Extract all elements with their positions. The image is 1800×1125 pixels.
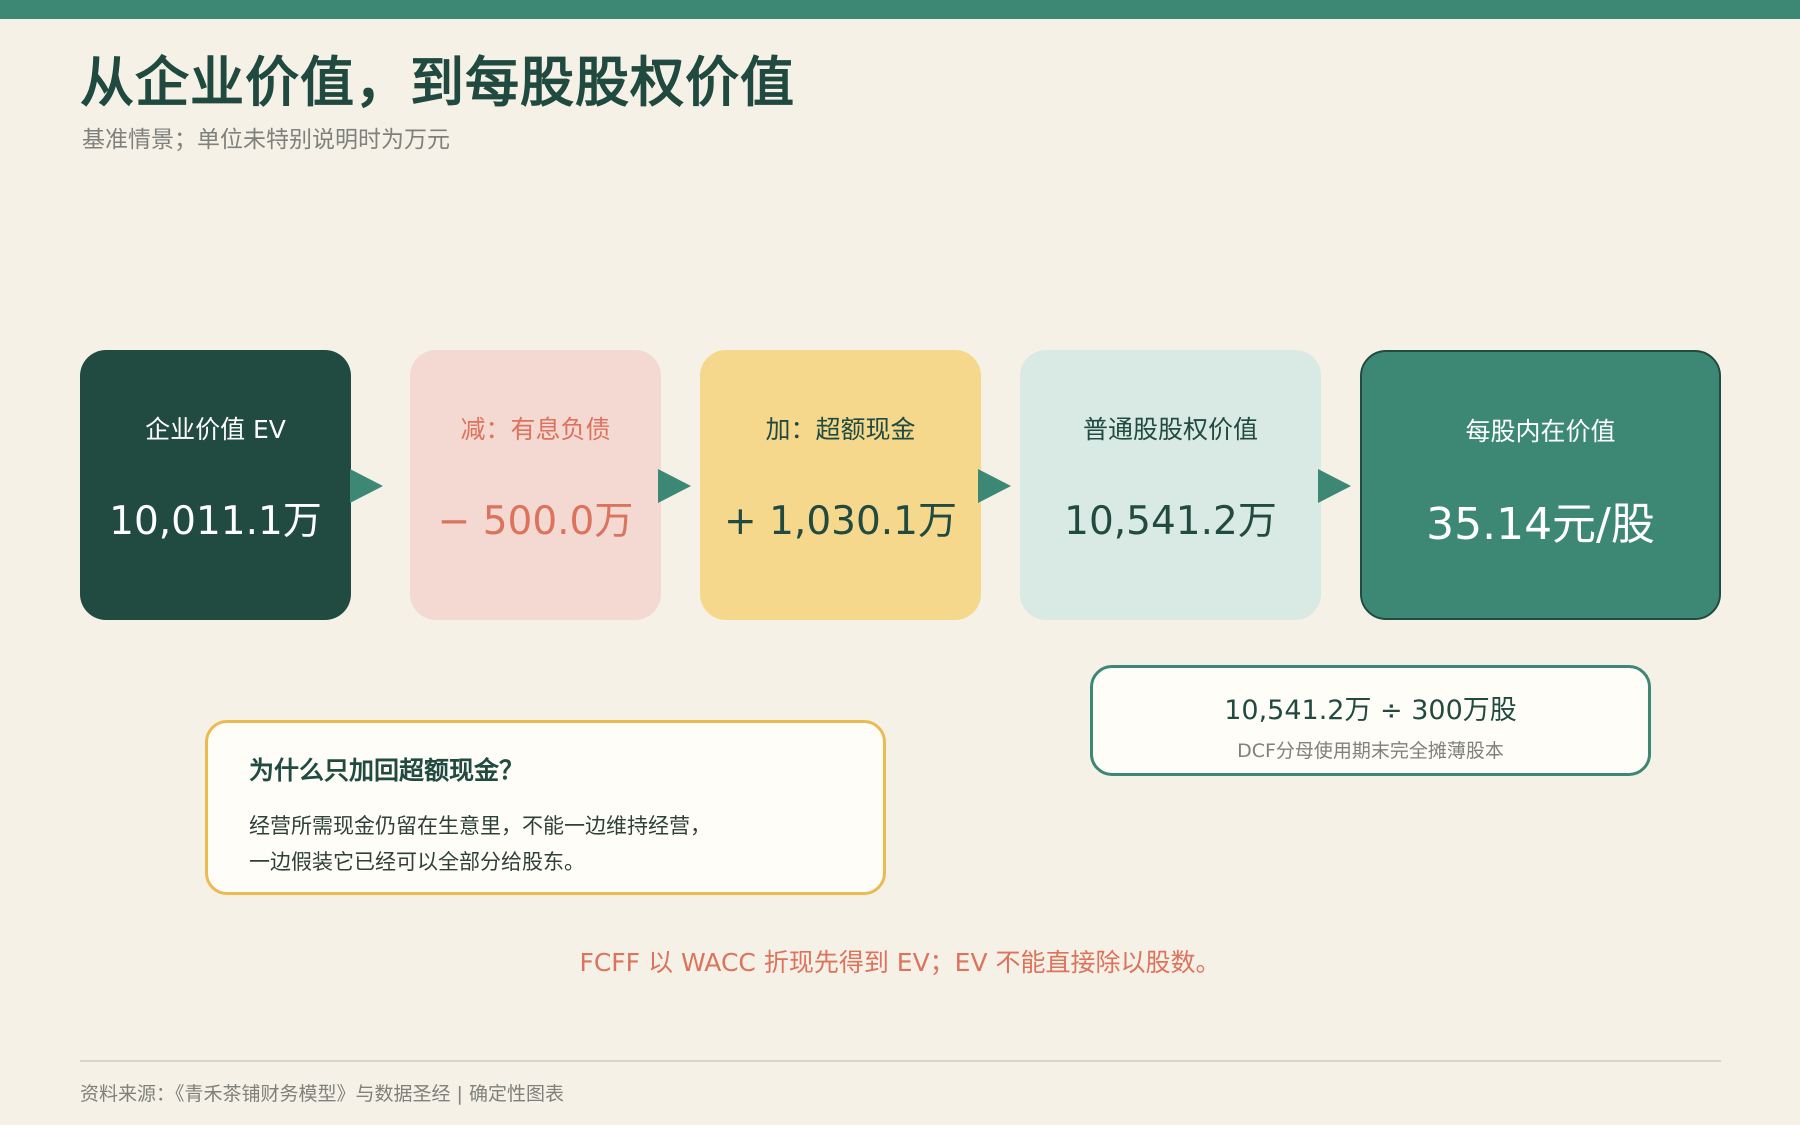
page-title: 从企业价值，到每股股权价值: [80, 51, 795, 114]
per-share-formula-box: 10,541.2万 ÷ 300万股 DCF分母使用期末完全摊薄股本: [1090, 665, 1651, 776]
flow-arrow-icon: [350, 469, 383, 503]
conclusion-text: FCFF 以 WACC 折现先得到 EV；EV 不能直接除以股数。: [579, 948, 1221, 977]
flow-box-excess-cash: 加：超额现金 + 1,030.1万: [700, 350, 981, 620]
flow-box-common-equity-value: 普通股股权价值 10,541.2万: [1020, 350, 1321, 620]
flow-box-label: 普通股股权价值: [1082, 415, 1258, 444]
flow-box-value: 10,011.1万: [109, 499, 322, 544]
flow-box-value: 35.14元/股: [1426, 499, 1655, 550]
flow-arrow-icon: [1318, 469, 1351, 503]
flow-box-label: 加：超额现金: [765, 415, 916, 444]
flow-box-enterprise-value: 企业价值 EV 10,011.1万: [80, 350, 351, 620]
flow-box-label: 每股内在价值: [1465, 417, 1616, 446]
flow-box-label: 企业价值 EV: [145, 415, 286, 444]
flow-arrow-icon: [978, 469, 1011, 503]
callout-text-line: 一边假装它已经可以全部分给股东。: [249, 850, 585, 874]
source-note: 资料来源：《青禾茶铺财务模型》与数据圣经 | 确定性图表: [80, 1083, 564, 1105]
flow-box-per-share-value: 每股内在价值 35.14元/股: [1360, 350, 1721, 620]
flow-box-value: 10,541.2万: [1064, 499, 1277, 544]
flow-box-interest-bearing-debt: 减：有息负债 − 500.0万: [410, 350, 661, 620]
excess-cash-callout: 为什么只加回超额现金？ 经营所需现金仍留在生意里，不能一边维持经营， 一边假装它…: [205, 720, 886, 895]
top-accent-bar: [0, 0, 1800, 19]
flow-box-value: + 1,030.1万: [724, 499, 957, 544]
flow-box-value: − 500.0万: [437, 499, 634, 544]
flow-arrow-icon: [658, 469, 691, 503]
callout-text-line: 经营所需现金仍留在生意里，不能一边维持经营，: [249, 814, 711, 838]
flow-box-label: 减：有息负债: [460, 415, 611, 444]
callout-title: 为什么只加回超额现金？: [249, 756, 525, 785]
formula-text: 10,541.2万 ÷ 300万股: [1224, 695, 1517, 726]
page-subtitle: 基准情景；单位未特别说明时为万元: [82, 127, 450, 153]
footer-divider: [80, 1060, 1721, 1062]
formula-note: DCF分母使用期末完全摊薄股本: [1237, 740, 1504, 762]
